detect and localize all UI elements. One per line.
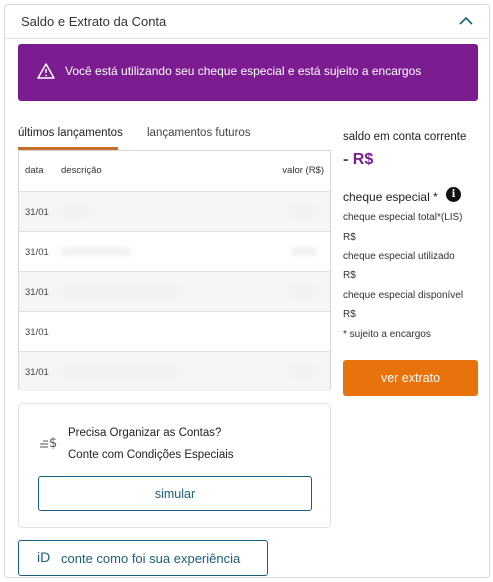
overdraft-note: * sujeito a encargos: [343, 329, 431, 340]
transactions-table: data descrição valor (R$) 31/01 31/01 31…: [18, 150, 331, 391]
redacted-value: [291, 247, 317, 256]
redacted-value: [289, 207, 317, 216]
promo-subtitle: Conte com Condições Especiais: [68, 449, 234, 461]
overdraft-used-value: R$: [343, 270, 356, 281]
overdraft-title: cheque especial *: [343, 190, 438, 204]
row-date: 31/01: [25, 327, 49, 338]
balance-value: - R$: [343, 151, 374, 168]
column-header-value: valor (R$): [282, 165, 324, 176]
table-row[interactable]: 31/01: [19, 271, 330, 311]
feedback-label: conte como foi sua experiência: [61, 551, 241, 566]
redacted-value: [289, 287, 317, 296]
redacted-value: [289, 367, 317, 376]
alert-text: Você está utilizando seu cheque especial…: [65, 64, 422, 78]
tab-future-transactions[interactable]: lançamentos futuros: [147, 127, 251, 139]
table-row[interactable]: 31/01: [19, 351, 330, 391]
table-row[interactable]: 31/01: [19, 311, 330, 351]
row-date: 31/01: [25, 247, 49, 258]
table-header: data descrição valor (R$): [19, 151, 330, 191]
money-icon: $: [40, 436, 57, 450]
redacted-description: [61, 287, 181, 296]
id-icon: iD: [37, 549, 51, 565]
view-statement-button[interactable]: ver extrato: [343, 360, 478, 396]
promo-card: $ Precisa Organizar as Contas? Conte com…: [18, 403, 331, 528]
panel-header[interactable]: Saldo e Extrato da Conta: [5, 5, 489, 39]
svg-text:$: $: [49, 436, 57, 450]
tab-latest-transactions[interactable]: últimos lançamentos: [18, 127, 123, 139]
overdraft-available-value: R$: [343, 309, 356, 320]
feedback-button[interactable]: iD conte como foi sua experiência: [18, 540, 268, 576]
redacted-description: [61, 207, 89, 216]
overdraft-total-label: cheque especial total*(LIS): [343, 212, 463, 223]
row-date: 31/01: [25, 207, 49, 218]
redacted-description: [61, 247, 131, 256]
account-panel: Saldo e Extrato da Conta Você está utili…: [4, 4, 490, 578]
overdraft-available-label: cheque especial disponível: [343, 290, 464, 301]
balance-label: saldo em conta corrente: [343, 131, 467, 143]
warning-icon: [37, 63, 55, 79]
info-icon[interactable]: i: [446, 187, 461, 202]
table-row[interactable]: 31/01: [19, 191, 330, 231]
column-header-description: descrição: [61, 165, 102, 176]
panel-title: Saldo e Extrato da Conta: [21, 14, 167, 29]
column-header-date: data: [25, 165, 44, 176]
row-date: 31/01: [25, 367, 49, 378]
chevron-up-icon[interactable]: [459, 16, 473, 25]
row-date: 31/01: [25, 287, 49, 298]
simulate-button[interactable]: simular: [38, 476, 312, 511]
promo-title: Precisa Organizar as Contas?: [68, 427, 222, 439]
overdraft-total-value: R$: [343, 232, 356, 243]
overdraft-alert: Você está utilizando seu cheque especial…: [18, 44, 478, 101]
redacted-description: [61, 367, 179, 376]
table-row[interactable]: 31/01: [19, 231, 330, 271]
overdraft-used-label: cheque especial utilizado: [343, 251, 455, 262]
